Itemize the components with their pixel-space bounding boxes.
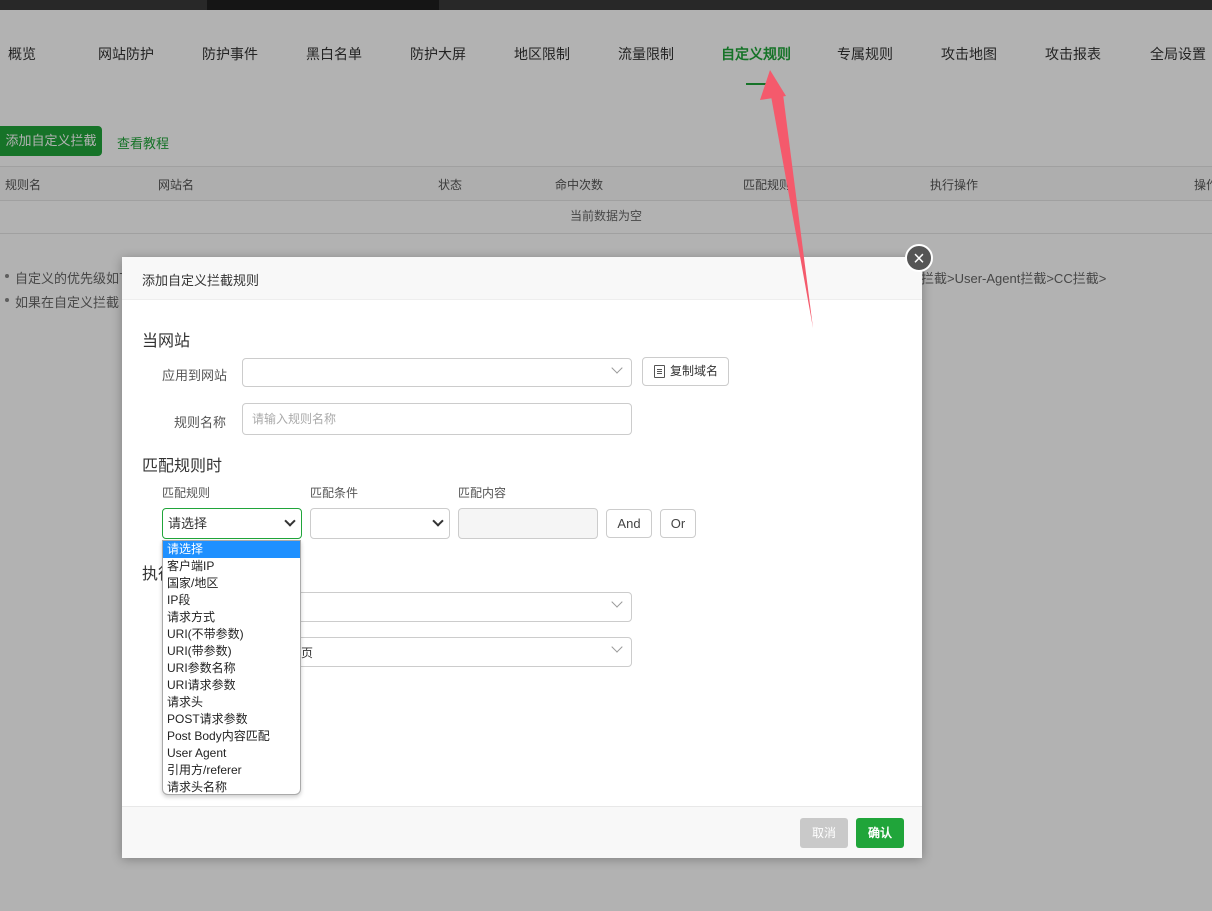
arrow-head — [760, 70, 786, 100]
arrow-shaft — [771, 94, 813, 328]
annotation-arrow — [760, 70, 813, 328]
